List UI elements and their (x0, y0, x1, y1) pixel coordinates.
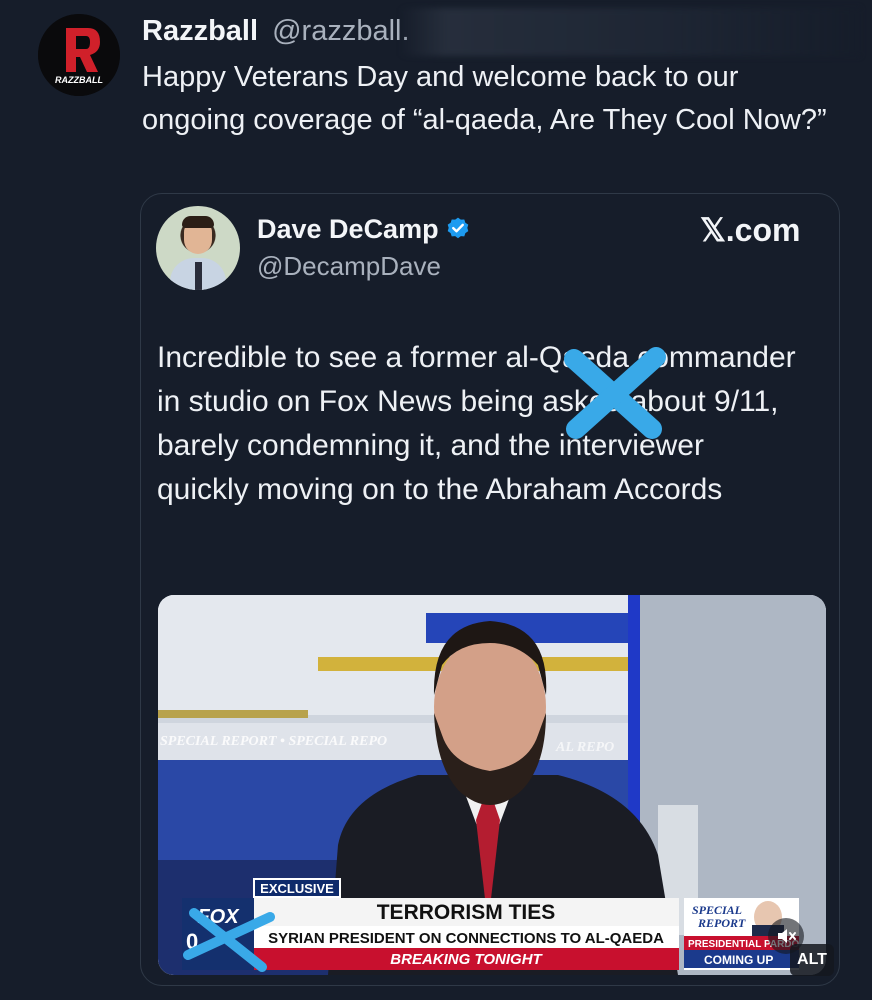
svg-text:SYRIAN PRESIDENT ON CONNECTION: SYRIAN PRESIDENT ON CONNECTIONS TO AL-QA… (268, 930, 664, 947)
razzball-avatar[interactable]: RAZZBALL (38, 14, 120, 96)
quoted-display-name[interactable]: Dave DeCamp (257, 210, 471, 248)
video-thumbnail[interactable]: SPECIAL REPORT • SPECIAL REPO AL REPO EX… (158, 595, 826, 975)
verified-badge-icon (447, 217, 468, 239)
quoted-avatar[interactable] (156, 206, 240, 290)
svg-text:SPECIAL: SPECIAL (692, 903, 742, 917)
display-name[interactable]: Razzball (142, 15, 258, 47)
alt-text-badge[interactable]: ALT (790, 944, 834, 976)
svg-text:COMING UP: COMING UP (704, 953, 773, 967)
svg-text:SPECIAL REPORT • SPECIAL REPO: SPECIAL REPORT • SPECIAL REPO (160, 734, 387, 749)
svg-text:BREAKING TONIGHT: BREAKING TONIGHT (390, 951, 543, 968)
user-handle[interactable]: @razzball. (272, 15, 409, 47)
svg-text:TERRORISM TIES: TERRORISM TIES (377, 901, 556, 924)
svg-text:RAZZBALL: RAZZBALL (55, 75, 103, 85)
quoted-name-text: Dave DeCamp (257, 214, 439, 244)
razzball-logo-icon: RAZZBALL (38, 14, 120, 96)
post-text: Happy Veterans Day and welcome back to o… (142, 61, 827, 136)
quoted-post-text: Incredible to see a former al-Qaeda comm… (157, 341, 796, 506)
x-com-source-label: 𝕏.com (700, 212, 801, 248)
post-header: Razzball @razzball. (142, 12, 410, 50)
svg-text:AL REPO: AL REPO (555, 740, 614, 755)
blue-x-censor-mark (564, 347, 666, 439)
redacted-blur (400, 8, 860, 56)
quoted-handle[interactable]: @DecampDave (257, 248, 441, 284)
tweet[interactable]: RAZZBALL Razzball @razzball. Happy Veter… (0, 0, 872, 1000)
svg-text:EXCLUSIVE: EXCLUSIVE (260, 881, 334, 896)
news-broadcast-image: SPECIAL REPORT • SPECIAL REPO AL REPO EX… (158, 595, 826, 975)
svg-text:REPORT: REPORT (697, 916, 746, 930)
